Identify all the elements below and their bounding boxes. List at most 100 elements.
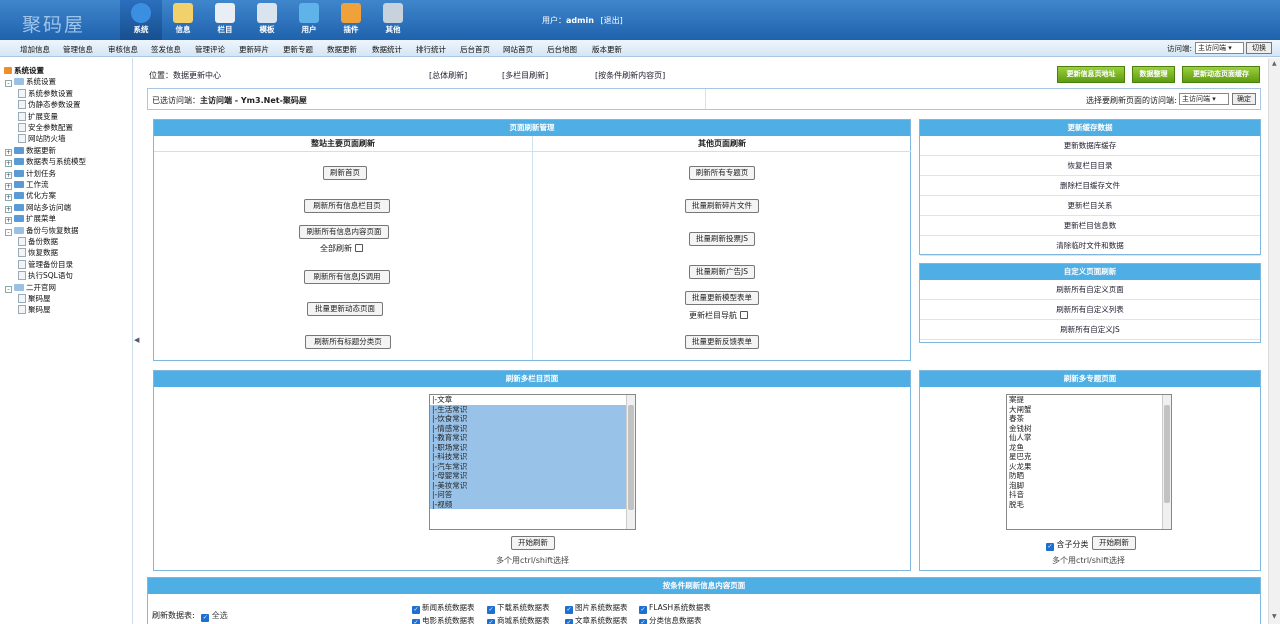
top-nav-window[interactable]: 模板: [246, 0, 288, 40]
column-option[interactable]: |-生活常识: [430, 404, 626, 414]
sidebar-node[interactable]: 恢复数据: [18, 247, 58, 258]
subnav-item[interactable]: 增加信息: [20, 44, 50, 55]
table-checkbox[interactable]: ✓: [487, 619, 495, 624]
expand-icon[interactable]: +: [5, 183, 12, 190]
custom-action-link[interactable]: 刷新所有自定义列表: [920, 300, 1260, 320]
overall-refresh-link[interactable]: [总体刷新]: [429, 70, 467, 81]
subnav-item[interactable]: 网站首页: [503, 44, 533, 55]
table-option[interactable]: ✓ 图片系统数据表: [565, 602, 628, 614]
visit-end-select[interactable]: 主访问端 ▾: [1195, 42, 1244, 54]
column-option[interactable]: |-教育常识: [430, 433, 626, 443]
topic-option[interactable]: 春茶: [1007, 414, 1162, 424]
table-option[interactable]: ✓ 新闻系统数据表: [412, 602, 475, 614]
start-refresh-topics-button[interactable]: 开始刷新: [1092, 536, 1136, 550]
sidebar-node[interactable]: + 工作流: [5, 179, 49, 190]
left-refresh-button[interactable]: 刷新所有信息JS调用: [304, 270, 390, 284]
left-refresh-button[interactable]: 刷新所有标题分类页: [305, 335, 391, 349]
topic-option[interactable]: 龙鱼: [1007, 443, 1162, 453]
sidebar-node[interactable]: 管理备份目录: [18, 259, 73, 270]
subnav-item[interactable]: 管理信息: [63, 44, 93, 55]
sidebar-node[interactable]: - 备份与恢复数据: [5, 225, 79, 236]
confirm-button[interactable]: 确定: [1232, 93, 1256, 105]
right-refresh-button[interactable]: 批量更新反馈表单: [685, 335, 759, 349]
update-info-url-button[interactable]: 更新信息页地址: [1057, 66, 1125, 83]
update-dynamic-cache-button[interactable]: 更新动态页面缓存: [1182, 66, 1260, 83]
table-checkbox[interactable]: ✓: [639, 619, 647, 624]
sidebar-node[interactable]: 网站防火墙: [18, 133, 66, 144]
subnav-item[interactable]: 排行统计: [416, 44, 446, 55]
collapse-icon[interactable]: -: [5, 80, 12, 88]
topic-option[interactable]: 星巴克: [1007, 452, 1162, 462]
sidebar-node[interactable]: + 计划任务: [5, 168, 56, 179]
top-nav-folder[interactable]: 栏目: [204, 0, 246, 40]
collapse-arrow-icon[interactable]: ◀: [134, 336, 139, 344]
topic-option[interactable]: 脱毛: [1007, 500, 1162, 510]
column-option[interactable]: |-饮食常识: [430, 414, 626, 424]
topic-option[interactable]: 金钱树: [1007, 424, 1162, 434]
collapse-icon[interactable]: -: [5, 285, 12, 293]
subnav-item[interactable]: 更新专题: [283, 44, 313, 55]
all-refresh-checkbox[interactable]: [354, 244, 363, 252]
sidebar-node[interactable]: 备份数据: [18, 236, 58, 247]
cache-action-link[interactable]: 更新数据库缓存: [920, 136, 1260, 156]
topic-option[interactable]: 防晒: [1007, 471, 1162, 481]
cache-action-link[interactable]: 更新栏目信息数: [920, 216, 1260, 236]
expand-icon[interactable]: +: [5, 160, 12, 168]
custom-action-link[interactable]: 刷新所有自定义页面: [920, 280, 1260, 300]
sidebar-node[interactable]: + 扩展菜单: [5, 213, 56, 225]
table-checkbox[interactable]: ✓: [639, 606, 647, 614]
cache-action-link[interactable]: 更新栏目关系: [920, 196, 1260, 216]
column-option[interactable]: |-美妆常识: [430, 480, 626, 490]
table-option[interactable]: ✓ 下载系统数据表: [487, 602, 550, 614]
start-refresh-columns-button[interactable]: 开始刷新: [511, 536, 555, 550]
subnav-item[interactable]: 后台首页: [460, 44, 490, 55]
left-refresh-button[interactable]: 批量更新动态页面: [307, 302, 383, 316]
right-refresh-button[interactable]: 批量刷新投票JS: [689, 232, 755, 246]
multi-column-refresh-link[interactable]: [多栏目刷新]: [502, 70, 548, 81]
column-option[interactable]: |-职场常识: [430, 442, 626, 452]
table-checkbox[interactable]: ✓: [565, 606, 573, 614]
update-nav-checkbox[interactable]: [739, 311, 748, 319]
subnav-item[interactable]: 管理评论: [195, 44, 225, 55]
right-refresh-button[interactable]: 刷新所有专题页: [689, 166, 755, 180]
custom-action-link[interactable]: 刷新所有自定义JS: [920, 320, 1260, 340]
collapse-icon[interactable]: -: [5, 228, 12, 236]
logout-link[interactable]: [退出]: [600, 16, 622, 25]
select-all-checkbox[interactable]: ✓: [201, 614, 210, 622]
table-option[interactable]: ✓ 电影系统数据表: [412, 615, 475, 624]
sidebar-node[interactable]: 聚码屋: [18, 293, 51, 304]
sidebar-node[interactable]: + 网站多访问端: [5, 202, 71, 213]
subnav-item[interactable]: 数据更新: [327, 44, 357, 55]
page-scrollbar[interactable]: ▲ ▼: [1268, 58, 1280, 624]
cache-action-link[interactable]: 删除栏目缓存文件: [920, 176, 1260, 196]
conditional-refresh-link[interactable]: [按条件刷新内容页]: [595, 70, 665, 81]
table-checkbox[interactable]: ✓: [412, 606, 420, 614]
expand-icon[interactable]: +: [5, 205, 12, 213]
top-nav-user[interactable]: 用户: [288, 0, 330, 40]
sidebar-node[interactable]: 扩展变量: [18, 111, 58, 122]
topic-option[interactable]: 仙人掌: [1007, 433, 1162, 443]
topic-option[interactable]: 抖音: [1007, 490, 1162, 500]
column-option[interactable]: |-情感常识: [430, 423, 626, 433]
column-listbox[interactable]: |-文章 |-生活常识 |-饮食常识 |-情感常识 |-教育常识 |-职场常识 |-科技常识…: [429, 394, 636, 530]
topic-listbox[interactable]: 案提 大闸蟹 春茶 金钱树 仙人掌 龙鱼 星巴克 火龙果 防晒 泡脚 抖音 脱毛: [1006, 394, 1172, 530]
top-nav-gear[interactable]: 其他: [372, 0, 414, 40]
top-nav-pencil-note[interactable]: 信息: [162, 0, 204, 40]
column-option[interactable]: |-视频: [430, 499, 626, 509]
expand-icon[interactable]: +: [5, 217, 12, 225]
left-refresh-button[interactable]: 刷新所有信息内容页面: [299, 225, 389, 239]
left-refresh-button[interactable]: 刷新所有信息栏目页: [304, 199, 390, 213]
right-refresh-button[interactable]: 批量刷新广告JS: [689, 265, 755, 279]
topic-option[interactable]: 火龙果: [1007, 462, 1162, 472]
subnav-item[interactable]: 更新碎片: [239, 44, 269, 55]
subnav-item[interactable]: 后台地图: [547, 44, 577, 55]
column-option[interactable]: |-母婴常识: [430, 471, 626, 481]
column-option[interactable]: |-汽车常识: [430, 461, 626, 471]
sidebar-node[interactable]: 系统设置: [4, 65, 44, 76]
sidebar-node[interactable]: + 优化方案: [5, 190, 56, 202]
sidebar-node[interactable]: 伪静态参数设置: [18, 99, 81, 110]
right-refresh-button[interactable]: 批量刷新碎片文件: [685, 199, 759, 213]
sidebar-node[interactable]: - 系统设置: [5, 76, 56, 88]
cache-action-link[interactable]: 恢复栏目目录: [920, 156, 1260, 176]
data-organize-button[interactable]: 数据整理: [1132, 66, 1175, 83]
